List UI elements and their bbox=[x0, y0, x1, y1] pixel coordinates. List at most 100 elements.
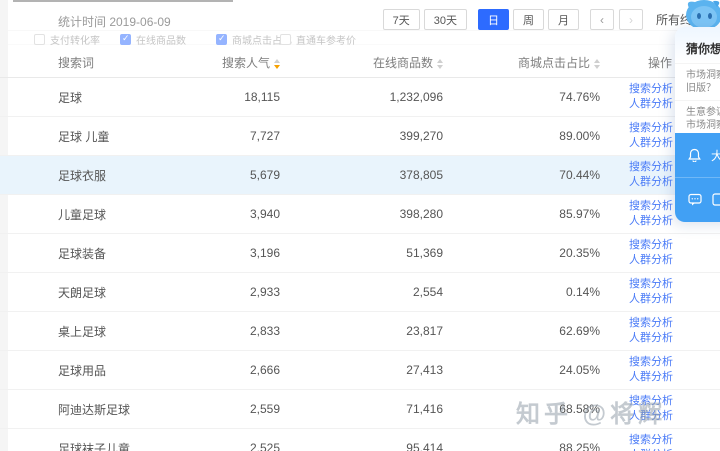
cell-products: 2,554 bbox=[412, 285, 443, 299]
cell-ratio: 0.14% bbox=[565, 285, 600, 299]
cell-ratio: 85.97% bbox=[559, 207, 600, 221]
prev-date-button[interactable]: ‹ bbox=[589, 9, 614, 30]
crowd-analysis-link[interactable]: 人群分析 bbox=[629, 370, 720, 385]
cell-actions: 搜索分析 人群分析 bbox=[600, 355, 720, 385]
cell-keyword: 儿童足球 bbox=[58, 207, 107, 222]
period-group-calendar: 日 周 月 bbox=[477, 9, 579, 30]
keyword-table: 搜索词 搜索人气 在线商品数 商城点击占比 操作 足球 18,115 1,232… bbox=[0, 48, 720, 451]
notification-action[interactable]: 大 bbox=[675, 133, 720, 177]
period-group-days: 7天 30天 bbox=[382, 9, 467, 30]
table-row: 足球用品 2,666 27,413 24.05% 搜索分析 人群分析 bbox=[0, 351, 720, 390]
cell-products: 378,805 bbox=[399, 168, 443, 182]
cell-actions: 搜索分析 人群分析 bbox=[600, 238, 720, 268]
cell-ratio: 62.69% bbox=[559, 324, 600, 338]
table-row-highlighted: 足球衣服 5,679 378,805 70.44% 搜索分析 人群分析 bbox=[0, 156, 720, 195]
table-row: 足球 儿童 7,727 399,270 89.00% 搜索分析 人群分析 bbox=[0, 117, 720, 156]
cell-keyword: 天朗足球 bbox=[58, 285, 107, 300]
cell-ratio: 88.25% bbox=[559, 441, 600, 451]
cell-popularity: 2,933 bbox=[249, 285, 280, 299]
crowd-analysis-link[interactable]: 人群分析 bbox=[629, 292, 720, 307]
filter-ztc-ref-price[interactable]: 直通车参考价 bbox=[280, 32, 356, 47]
cell-ratio: 89.00% bbox=[559, 129, 600, 143]
period-30d-button[interactable]: 30天 bbox=[423, 9, 467, 30]
col-search-popularity[interactable]: 搜索人气 bbox=[200, 54, 280, 71]
search-analysis-link[interactable]: 搜索分析 bbox=[629, 355, 720, 370]
checkbox-icon[interactable] bbox=[280, 34, 291, 45]
cell-keyword: 足球装备 bbox=[58, 246, 107, 261]
period-day-button[interactable]: 日 bbox=[477, 9, 509, 30]
panel-title: 猜你想问 bbox=[675, 27, 720, 63]
search-analysis-link[interactable]: 搜索分析 bbox=[629, 433, 720, 448]
cell-products: 27,413 bbox=[406, 363, 443, 377]
search-analysis-link[interactable]: 搜索分析 bbox=[629, 316, 720, 331]
table-row: 天朗足球 2,933 2,554 0.14% 搜索分析 人群分析 bbox=[0, 273, 720, 312]
cell-popularity: 7,727 bbox=[249, 129, 280, 143]
period-toolbar: 7天 30天 日 周 月 ‹ › 所有终端 bbox=[382, 9, 704, 30]
cell-products: 1,232,096 bbox=[389, 90, 443, 104]
cell-actions: 搜索分析 人群分析 bbox=[600, 316, 720, 346]
cell-products: 398,280 bbox=[399, 207, 443, 221]
crowd-analysis-link[interactable]: 人群分析 bbox=[629, 331, 720, 346]
checkbox-icon[interactable] bbox=[34, 34, 45, 45]
table-row: 足球装备 3,196 51,369 20.35% 搜索分析 人群分析 bbox=[0, 234, 720, 273]
cell-popularity: 2,559 bbox=[249, 402, 280, 416]
cell-keyword: 足球袜子儿童 bbox=[58, 441, 131, 451]
question-line: 市场洞察 bbox=[686, 120, 720, 131]
panel-quick-actions: 大 bbox=[675, 133, 720, 222]
question-line: 生意参谋 bbox=[686, 107, 720, 118]
bell-icon bbox=[688, 148, 701, 162]
cell-ratio: 20.35% bbox=[559, 246, 600, 260]
assistant-panel: 猜你想问 市场洞察升 旧版？ 生意参谋 市场洞察 生意参谋 如何修改 大 bbox=[675, 27, 720, 222]
cell-keyword: 阿迪达斯足球 bbox=[58, 402, 131, 417]
metric-filter-bar: 支付转化率 在线商品数 商城点击占比 直通车参考价 bbox=[8, 30, 720, 47]
period-month-button[interactable]: 月 bbox=[547, 9, 579, 30]
cell-popularity: 3,196 bbox=[249, 246, 280, 260]
panel-icon bbox=[712, 193, 720, 206]
assistant-mascot-icon[interactable] bbox=[683, 0, 720, 30]
cell-products: 51,369 bbox=[406, 246, 443, 260]
top-divider bbox=[13, 0, 233, 2]
cell-products: 23,817 bbox=[406, 324, 443, 338]
cell-products: 71,416 bbox=[406, 402, 443, 416]
cell-ratio: 74.76% bbox=[559, 90, 600, 104]
search-analysis-link[interactable]: 搜索分析 bbox=[629, 394, 720, 409]
cell-ratio: 70.44% bbox=[559, 168, 600, 182]
filter-online-products[interactable]: 在线商品数 bbox=[120, 32, 186, 47]
chat-icon bbox=[688, 193, 702, 206]
suggested-question[interactable]: 市场洞察升 旧版？ bbox=[675, 63, 720, 100]
period-7d-button[interactable]: 7天 bbox=[382, 9, 420, 30]
next-date-button[interactable]: › bbox=[618, 9, 643, 30]
table-row: 足球袜子儿童 2,525 95,414 88.25% 搜索分析 人群分析 bbox=[0, 429, 720, 451]
filter-label: 在线商品数 bbox=[136, 36, 186, 47]
filter-label: 支付转化率 bbox=[50, 36, 100, 47]
search-analysis-link[interactable]: 搜索分析 bbox=[629, 238, 720, 253]
question-line: 市场洞察升 bbox=[686, 70, 720, 81]
stat-time-label: 统计时间 2019-06-09 bbox=[58, 15, 171, 29]
app-screen: 统计时间 2019-06-09 7天 30天 日 周 月 ‹ › 所有终端 支付… bbox=[0, 0, 720, 451]
cell-popularity: 5,679 bbox=[249, 168, 280, 182]
filter-pay-conversion[interactable]: 支付转化率 bbox=[34, 32, 100, 47]
cell-products: 95,414 bbox=[406, 441, 443, 451]
col-mall-click-ratio[interactable]: 商城点击占比 bbox=[443, 54, 600, 71]
suggested-question[interactable]: 生意参谋 市场洞察 bbox=[675, 100, 720, 137]
quick-action-label: 大 bbox=[711, 148, 720, 163]
cell-keyword: 桌上足球 bbox=[58, 324, 107, 339]
crowd-analysis-link[interactable]: 人群分析 bbox=[629, 409, 720, 424]
table-row: 阿迪达斯足球 2,559 71,416 68.58% 搜索分析 人群分析 bbox=[0, 390, 720, 429]
col-keyword: 搜索词 bbox=[58, 56, 95, 70]
cell-popularity: 2,833 bbox=[249, 324, 280, 338]
checkbox-checked-icon[interactable] bbox=[120, 33, 131, 45]
checkbox-checked-icon[interactable] bbox=[216, 33, 227, 45]
cell-popularity: 3,940 bbox=[249, 207, 280, 221]
cell-popularity: 18,115 bbox=[244, 90, 280, 104]
chat-action[interactable] bbox=[675, 177, 720, 221]
table-row: 足球 18,115 1,232,096 74.76% 搜索分析 人群分析 bbox=[0, 78, 720, 117]
period-week-button[interactable]: 周 bbox=[512, 9, 544, 30]
col-online-products[interactable]: 在线商品数 bbox=[280, 54, 443, 71]
cell-keyword: 足球 bbox=[58, 90, 83, 105]
cell-keyword: 足球用品 bbox=[58, 363, 107, 378]
crowd-analysis-link[interactable]: 人群分析 bbox=[629, 253, 720, 268]
cell-ratio: 24.05% bbox=[559, 363, 600, 377]
cell-popularity: 2,525 bbox=[249, 441, 280, 451]
search-analysis-link[interactable]: 搜索分析 bbox=[629, 277, 720, 292]
